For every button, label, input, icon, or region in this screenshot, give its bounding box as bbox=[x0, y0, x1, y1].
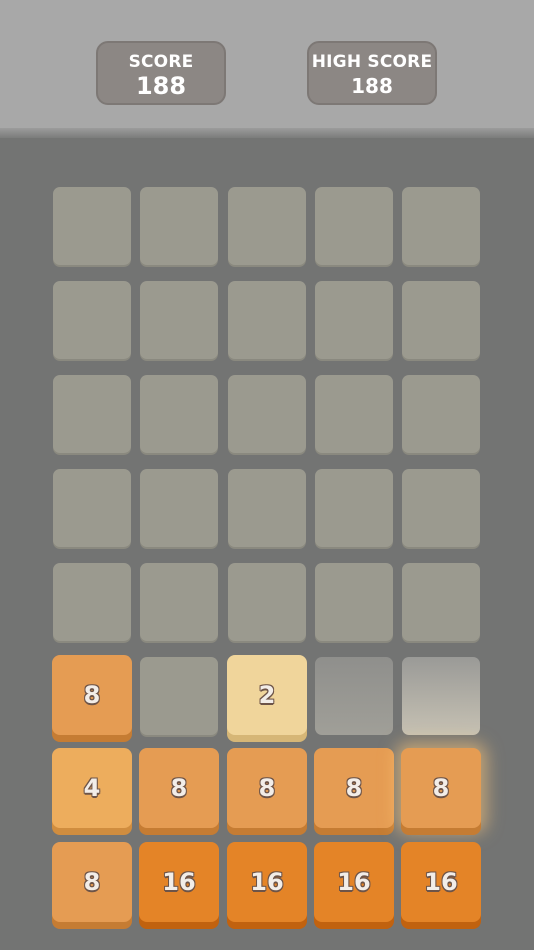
empty-cell bbox=[315, 469, 393, 547]
tile: 8 bbox=[52, 842, 132, 922]
tile: 2 bbox=[227, 655, 307, 735]
header-divider bbox=[0, 128, 534, 138]
empty-cell bbox=[315, 657, 393, 735]
empty-cell bbox=[53, 375, 131, 453]
empty-cell bbox=[315, 281, 393, 359]
empty-cell bbox=[140, 563, 218, 641]
empty-cell bbox=[228, 469, 306, 547]
high-score-label: HIGH SCORE bbox=[311, 52, 433, 72]
empty-cell bbox=[228, 187, 306, 265]
empty-cell bbox=[402, 281, 480, 359]
tile: 16 bbox=[227, 842, 307, 922]
high-score-box: HIGH SCORE 188 bbox=[307, 41, 437, 105]
empty-cell bbox=[140, 281, 218, 359]
empty-cell bbox=[402, 375, 480, 453]
empty-cell bbox=[228, 375, 306, 453]
empty-cell bbox=[140, 657, 218, 735]
empty-cell bbox=[402, 187, 480, 265]
empty-cell bbox=[228, 281, 306, 359]
score-value: 188 bbox=[135, 72, 187, 100]
game-board[interactable]: 8 2 4 8 8 8 8 8 16 16 16 16 bbox=[0, 138, 534, 950]
empty-cell bbox=[53, 187, 131, 265]
empty-cell bbox=[140, 187, 218, 265]
tile: 8 bbox=[401, 748, 481, 828]
tile: 16 bbox=[139, 842, 219, 922]
tile: 16 bbox=[314, 842, 394, 922]
empty-cell bbox=[140, 375, 218, 453]
empty-cell bbox=[315, 563, 393, 641]
empty-cell bbox=[315, 375, 393, 453]
score-box: SCORE 188 bbox=[96, 41, 226, 105]
tile: 8 bbox=[139, 748, 219, 828]
empty-cell bbox=[402, 469, 480, 547]
tile: 8 bbox=[314, 748, 394, 828]
empty-cell bbox=[140, 469, 218, 547]
empty-cell bbox=[402, 563, 480, 641]
high-score-value: 188 bbox=[351, 74, 393, 98]
score-label: SCORE bbox=[128, 52, 194, 72]
tile: 8 bbox=[52, 655, 132, 735]
empty-cell bbox=[53, 281, 131, 359]
score-header: SCORE 188 HIGH SCORE 188 bbox=[0, 0, 534, 128]
tile: 4 bbox=[52, 748, 132, 828]
tile: 8 bbox=[227, 748, 307, 828]
tile: 16 bbox=[401, 842, 481, 922]
empty-cell bbox=[53, 469, 131, 547]
empty-cell bbox=[315, 187, 393, 265]
empty-cell bbox=[53, 563, 131, 641]
empty-cell bbox=[402, 657, 480, 735]
empty-cell bbox=[228, 563, 306, 641]
